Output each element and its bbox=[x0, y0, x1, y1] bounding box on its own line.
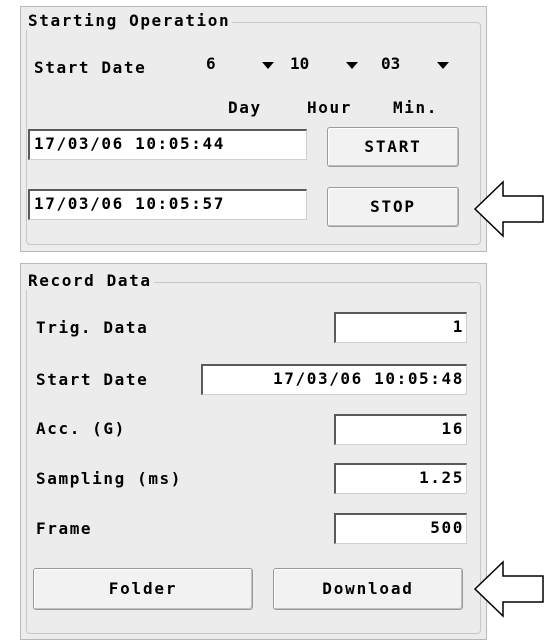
start-time-field: 17/03/06 10:05:44 bbox=[28, 129, 307, 160]
trig-data-label: Trig. Data bbox=[36, 318, 149, 337]
min-select[interactable]: 03 bbox=[377, 51, 455, 81]
min-label: Min. bbox=[393, 98, 438, 117]
record-data-title: Record Data bbox=[26, 271, 154, 290]
record-start-date-label: Start Date bbox=[36, 370, 149, 389]
day-select-value: 6 bbox=[206, 54, 216, 73]
frame-field: 500 bbox=[334, 513, 467, 544]
start-date-label: Start Date bbox=[34, 58, 147, 77]
left-arrow-icon bbox=[473, 560, 544, 618]
download-button[interactable]: Download bbox=[273, 568, 463, 610]
day-select[interactable]: 6 bbox=[202, 51, 280, 81]
start-button[interactable]: START bbox=[327, 127, 459, 167]
sampling-field: 1.25 bbox=[334, 463, 467, 494]
starting-operation-panel: Starting Operation Start Date 6 10 03 Da… bbox=[20, 6, 487, 252]
chevron-down-icon bbox=[262, 62, 274, 69]
starting-operation-title: Starting Operation bbox=[26, 11, 233, 30]
chevron-down-icon bbox=[346, 62, 358, 69]
folder-button[interactable]: Folder bbox=[33, 568, 253, 610]
hour-label: Hour bbox=[307, 98, 352, 117]
min-select-value: 03 bbox=[381, 54, 401, 73]
acc-field: 16 bbox=[334, 414, 467, 445]
hour-select[interactable]: 10 bbox=[286, 51, 364, 81]
left-arrow-icon bbox=[473, 180, 544, 238]
sampling-label: Sampling (ms) bbox=[36, 469, 183, 488]
day-label: Day bbox=[228, 98, 262, 117]
acc-label: Acc. (G) bbox=[36, 419, 126, 438]
record-start-date-field: 17/03/06 10:05:48 bbox=[201, 364, 467, 395]
trig-data-field: 1 bbox=[334, 312, 467, 343]
record-data-panel: Record Data Trig. Data 1 Start Date 17/0… bbox=[20, 263, 487, 640]
frame-label: Frame bbox=[36, 519, 93, 538]
stop-time-field: 17/03/06 10:05:57 bbox=[28, 189, 307, 220]
stop-button[interactable]: STOP bbox=[327, 187, 459, 227]
hour-select-value: 10 bbox=[290, 54, 310, 73]
chevron-down-icon bbox=[437, 62, 449, 69]
